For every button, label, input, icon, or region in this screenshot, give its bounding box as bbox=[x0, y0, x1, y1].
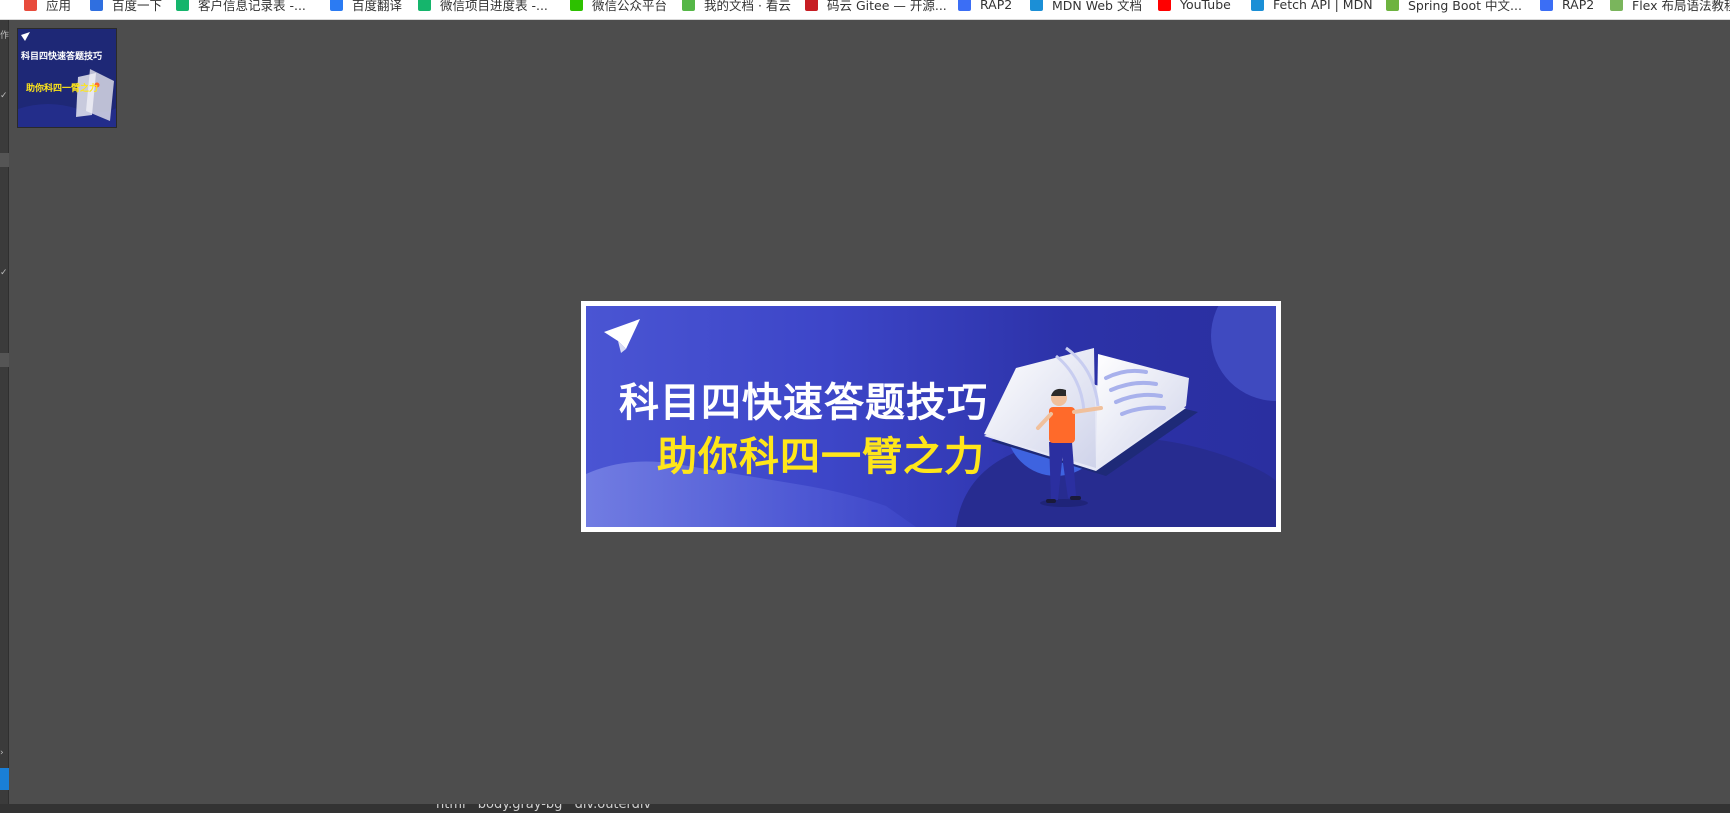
bookmarks-bar: 应用 百度一下 客户信息记录表 -... 百度翻译 微信项目进度表 -... 微信公众平台… bbox=[0, 0, 1730, 20]
bookmark-label: 百度翻译 bbox=[352, 0, 403, 13]
spring-icon bbox=[1386, 0, 1399, 11]
bookmark-item[interactable]: YouTube bbox=[1158, 0, 1231, 14]
rap2-icon bbox=[958, 0, 971, 11]
bookmark-label: 应用 bbox=[46, 0, 72, 13]
strip-highlight bbox=[0, 353, 9, 367]
apps-grid-icon bbox=[24, 0, 37, 11]
breadcrumb-item[interactable]: html bbox=[436, 804, 466, 812]
devtools-side-strip: 作 ✓ ✓ › bbox=[0, 20, 9, 804]
breadcrumb: html body.gray-bg div.outerdiv bbox=[436, 804, 659, 812]
bookmark-item[interactable]: 百度一下 bbox=[90, 0, 162, 14]
strip-tab[interactable] bbox=[0, 768, 9, 790]
banner-subtitle: 助你科四一臂之力 bbox=[657, 434, 985, 480]
thumbnail-subtitle: 助你科四一臂之力 bbox=[26, 82, 98, 94]
bookmark-label: Flex 布局语法教程 bbox=[1632, 0, 1730, 13]
mdn-icon bbox=[1251, 0, 1264, 11]
bookmark-item[interactable]: 我的文档 · 看云 bbox=[682, 0, 791, 14]
sheet-icon bbox=[176, 0, 189, 11]
bookmark-item[interactable]: 微信公众平台 bbox=[570, 0, 667, 14]
youtube-icon bbox=[1158, 0, 1171, 11]
breadcrumb-item[interactable]: body.gray-bg bbox=[478, 804, 563, 812]
bookmark-label: 微信公众平台 bbox=[592, 0, 668, 13]
bookmark-label: RAP2 bbox=[1562, 0, 1595, 12]
bookmark-item[interactable]: 百度翻译 bbox=[330, 0, 402, 14]
bookmark-item[interactable]: Fetch API | MDN bbox=[1251, 0, 1373, 14]
bookmark-item[interactable]: RAP2 bbox=[958, 0, 1012, 14]
thumbnail-image: 科目四快速答题技巧 助你科四一臂之力 bbox=[18, 29, 116, 127]
bookmark-label: 微信项目进度表 -... bbox=[440, 0, 548, 13]
bookmark-item[interactable]: MDN Web 文档 bbox=[1030, 0, 1142, 14]
bookmark-label: 我的文档 · 看云 bbox=[704, 0, 791, 13]
bookmark-item[interactable]: Flex 布局语法教程 bbox=[1610, 0, 1730, 14]
mdn-icon bbox=[1030, 0, 1043, 11]
sheet-icon bbox=[418, 0, 431, 11]
translate-icon bbox=[330, 0, 343, 11]
thumbnail-title: 科目四快速答题技巧 bbox=[21, 50, 102, 62]
strip-glyph: 作 bbox=[0, 31, 10, 41]
bookmark-item[interactable]: RAP2 bbox=[1540, 0, 1594, 14]
bookmark-item[interactable]: 应用 bbox=[24, 0, 71, 14]
bookmark-label: Fetch API | MDN bbox=[1273, 0, 1373, 12]
bookmark-label: 码云 Gitee — 开源... bbox=[827, 0, 947, 13]
devtools-breadcrumb-bar: html body.gray-bg div.outerdiv bbox=[0, 804, 1730, 813]
bookmark-label: Spring Boot 中文... bbox=[1408, 0, 1522, 13]
breadcrumb-item[interactable]: div.outerdiv bbox=[575, 804, 652, 812]
ruanyifeng-icon bbox=[1610, 0, 1623, 11]
check-icon: ✓ bbox=[0, 91, 8, 101]
banner-thumbnail[interactable]: 科目四快速答题技巧 助你科四一臂之力 bbox=[17, 28, 117, 128]
bookmark-label: RAP2 bbox=[980, 0, 1013, 12]
bookmark-label: YouTube bbox=[1180, 0, 1231, 12]
strip-highlight bbox=[0, 153, 9, 167]
bookmark-label: 百度一下 bbox=[112, 0, 163, 13]
bookmark-item[interactable]: Spring Boot 中文... bbox=[1386, 0, 1522, 14]
banner[interactable]: 科目四快速答题技巧 助你科四一臂之力 bbox=[586, 306, 1276, 527]
bookmark-label: 客户信息记录表 -... bbox=[198, 0, 306, 13]
chevron-right-icon[interactable]: › bbox=[0, 745, 9, 761]
wechat-icon bbox=[570, 0, 583, 11]
bookmark-item[interactable]: 客户信息记录表 -... bbox=[176, 0, 306, 14]
baidu-paw-icon bbox=[90, 0, 103, 11]
bookmark-item[interactable]: 微信项目进度表 -... bbox=[418, 0, 548, 14]
rap2-icon bbox=[1540, 0, 1553, 11]
bookmark-label: MDN Web 文档 bbox=[1052, 0, 1142, 13]
check-icon: ✓ bbox=[0, 268, 8, 278]
bookmark-item[interactable]: 码云 Gitee — 开源... bbox=[805, 0, 947, 14]
banner-title: 科目四快速答题技巧 bbox=[619, 380, 988, 426]
kancloud-icon bbox=[682, 0, 695, 11]
gitee-icon bbox=[805, 0, 818, 11]
banner-frame: 科目四快速答题技巧 助你科四一臂之力 bbox=[581, 301, 1281, 532]
